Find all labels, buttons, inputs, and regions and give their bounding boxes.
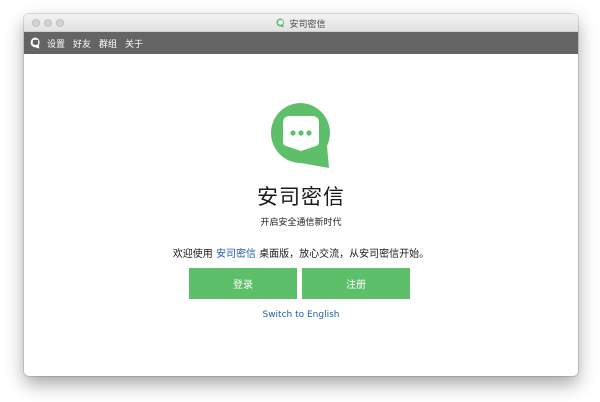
tagline: 开启安全通信新时代 (260, 218, 342, 228)
menu-item-settings[interactable]: 设置 (47, 37, 65, 50)
window-title: 安司密信 (289, 19, 326, 30)
chat-bubble-icon (30, 37, 40, 49)
welcome-message: 欢迎使用 安司密信 桌面版，放心交流，从安司密信开始。 (24, 245, 578, 260)
switch-language-link[interactable]: Switch to English (24, 310, 578, 320)
menu-item-about[interactable]: 关于 (125, 37, 143, 50)
welcome-suffix: 桌面版，放心交流，从安司密信开始。 (256, 249, 430, 260)
register-button[interactable]: 注册 (302, 268, 410, 299)
title-bar: 安司密信 (24, 14, 578, 32)
welcome-prefix: 欢迎使用 (172, 249, 216, 260)
menu-bar: 设置 好友 群组 关于 (24, 32, 578, 54)
login-button[interactable]: 登录 (189, 268, 297, 299)
app-name: 安司密信 (257, 185, 345, 209)
welcome-content: 安司密信 开启安全通信新时代 欢迎使用 安司密信 桌面版，放心交流，从安司密信开… (24, 54, 578, 376)
app-window: 安司密信 设置 好友 群组 关于 安司密信 开启安全通信新时代 欢迎使用 安司密… (24, 14, 578, 376)
menu-item-groups[interactable]: 群组 (99, 37, 117, 50)
brand-link[interactable]: 安司密信 (216, 249, 256, 260)
menu-item-friends[interactable]: 好友 (73, 37, 91, 50)
window-title-group: 安司密信 (24, 14, 578, 32)
chat-bubble-icon (271, 103, 330, 168)
chat-bubble-icon (276, 18, 285, 28)
